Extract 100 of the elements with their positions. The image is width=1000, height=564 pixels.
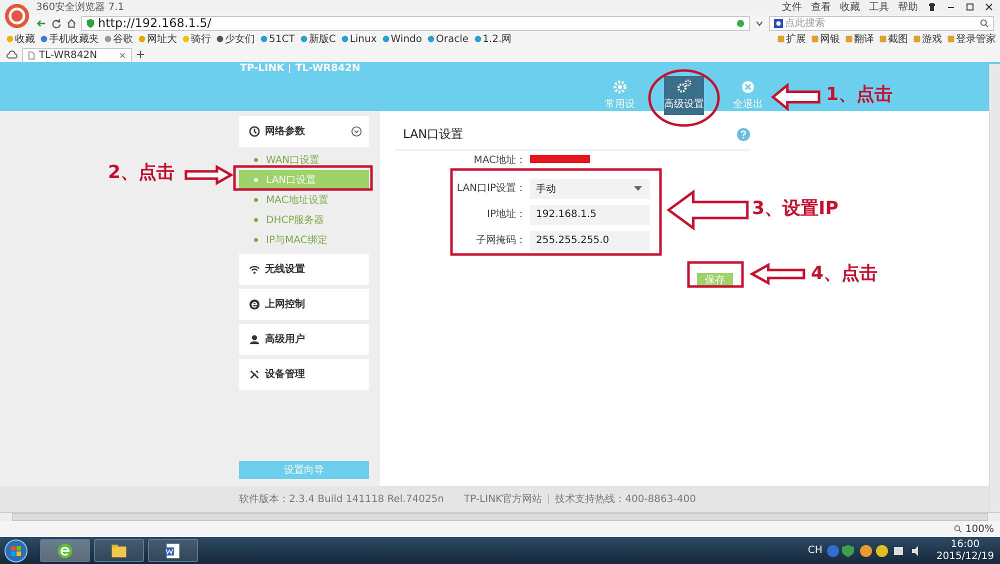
toolbar-item[interactable]: 登录管家	[956, 32, 996, 46]
toolbar-item[interactable]: 截图	[888, 32, 908, 46]
tool-icon	[777, 35, 785, 44]
field-label: LAN口IP设置：	[456, 182, 526, 195]
wifi-icon	[249, 264, 260, 275]
tool-icon	[947, 35, 955, 44]
bookmark-label[interactable]: Oracle	[436, 34, 469, 45]
menu-group[interactable]: 设备管理	[239, 358, 369, 390]
clock[interactable]: 16:00 2015/12/19	[936, 538, 994, 563]
redaction-bar	[530, 154, 590, 163]
bookmark-label[interactable]: 少女们	[225, 32, 255, 46]
start-button[interactable]	[4, 538, 28, 563]
bookmark-icon	[216, 35, 224, 44]
annotation-label: 4、点击	[811, 263, 878, 285]
zoom-level[interactable]: 100%	[965, 524, 994, 535]
bookmark-label[interactable]: 收藏	[15, 32, 35, 46]
footer-link[interactable]: 技术支持热线：400-8863-400	[555, 492, 696, 506]
browser-tab[interactable]: TL-WR842N	[22, 48, 132, 62]
annotation-label: 2、点击	[108, 162, 175, 184]
window-title: 360安全浏览器 7.1	[36, 0, 124, 14]
toolbar-item[interactable]: 网银	[820, 32, 840, 46]
user-icon	[249, 334, 260, 345]
bookmark-icon	[474, 35, 482, 44]
folder-icon	[110, 542, 128, 560]
close-icon[interactable]	[984, 2, 994, 12]
caret-icon	[634, 186, 642, 192]
close-circle-icon	[740, 79, 756, 96]
taskbar-button[interactable]	[148, 539, 198, 562]
menu-group[interactable]: 上网控制	[239, 288, 369, 320]
bookmark-label[interactable]: 骑行	[191, 32, 211, 46]
language-indicator[interactable]: CH	[808, 545, 822, 556]
zoom-icon[interactable]	[954, 525, 962, 534]
search-engine-icon	[774, 18, 783, 28]
input-field[interactable]: 255.255.255.0	[530, 230, 650, 251]
word-document-icon	[164, 542, 182, 560]
browser-icon	[56, 542, 74, 560]
menu-group[interactable]: 高级用户	[239, 324, 369, 355]
bookmark-icon	[138, 35, 146, 44]
select-field[interactable]: 手动	[530, 178, 650, 199]
tool-icon	[845, 35, 853, 44]
menu-item[interactable]: 工具	[869, 0, 889, 14]
bookmark-label[interactable]: 手机收藏夹	[49, 32, 99, 46]
bookmark-icon	[104, 35, 112, 44]
e-icon	[249, 298, 260, 310]
highlight-outline	[648, 69, 720, 127]
nav-item[interactable]: 高级设置	[664, 76, 704, 115]
menu-group[interactable]: 网络参数	[239, 116, 369, 147]
shield-icon	[86, 18, 95, 29]
bookmark-label[interactable]: 新版C	[308, 32, 336, 46]
toolbar-item[interactable]: 扩展	[786, 32, 806, 46]
home-icon[interactable]	[66, 18, 77, 29]
address-field[interactable]: http://192.168.1.5/	[81, 16, 750, 31]
menu-item[interactable]: 帮助	[898, 0, 918, 14]
gear-icon	[612, 79, 628, 96]
bookmark-icon	[382, 35, 390, 44]
menu-item[interactable]: 查看	[811, 0, 831, 14]
bookmark-label[interactable]: Windo	[390, 34, 422, 45]
model-name: TL-WR842N	[295, 64, 360, 74]
version-text: 软件版本：2.3.4 Build 141118 Rel.74025n	[239, 492, 444, 506]
taskbar-button[interactable]	[94, 539, 144, 562]
arrow-icon	[751, 264, 805, 284]
bookmark-label[interactable]: 谷歌	[113, 32, 133, 46]
taskbar-button[interactable]	[40, 539, 90, 562]
toolbar-item[interactable]: 游戏	[922, 32, 942, 46]
bookmark-icon	[340, 35, 349, 44]
search-icon[interactable]	[980, 18, 989, 28]
bookmark-icon	[260, 35, 268, 44]
browser-logo-icon	[4, 3, 30, 29]
tool-icon	[913, 35, 921, 44]
router-logo: TP-LINK	[240, 64, 284, 74]
page-icon	[28, 50, 35, 60]
bookmark-label[interactable]: 网址大	[147, 32, 177, 46]
bookmark-label[interactable]: 51CT	[269, 34, 295, 45]
annotation-label: 1、点击	[826, 84, 893, 106]
tool-icon	[879, 35, 887, 44]
input-field[interactable]: 192.168.1.5	[530, 204, 650, 225]
chevron-icon[interactable]	[351, 126, 362, 137]
clock-icon	[249, 126, 260, 137]
new-tab-icon[interactable]	[136, 50, 145, 59]
menu-item[interactable]: 收藏	[840, 0, 860, 14]
field-label: MAC地址：	[472, 154, 526, 167]
toolbar-item[interactable]: 翻译	[854, 32, 874, 46]
tool-icon	[811, 35, 819, 44]
footer-link[interactable]: TP-LINK官方网站	[464, 492, 542, 506]
bookmark-label[interactable]: Linux	[350, 34, 377, 45]
maximize-icon[interactable]	[965, 2, 975, 12]
horizontal-scrollbar[interactable]	[0, 512, 1000, 522]
bookmark-icon	[427, 35, 436, 44]
bookmark-icon	[6, 35, 14, 44]
field-label: IP地址：	[486, 208, 526, 221]
refresh-icon[interactable]	[51, 18, 62, 29]
bookmark-label[interactable]: 1.2.网	[482, 32, 512, 46]
menu-group[interactable]: 无线设置	[239, 254, 369, 285]
cloud-icon[interactable]	[6, 50, 18, 60]
vertical-scrollbar[interactable]	[989, 64, 1000, 512]
bookmark-icon	[182, 35, 190, 44]
bookmark-icon	[40, 35, 48, 44]
menu-item[interactable]: 文件	[782, 0, 802, 14]
field-label: 子网掩码：	[475, 234, 526, 247]
back-icon[interactable]	[36, 18, 47, 29]
